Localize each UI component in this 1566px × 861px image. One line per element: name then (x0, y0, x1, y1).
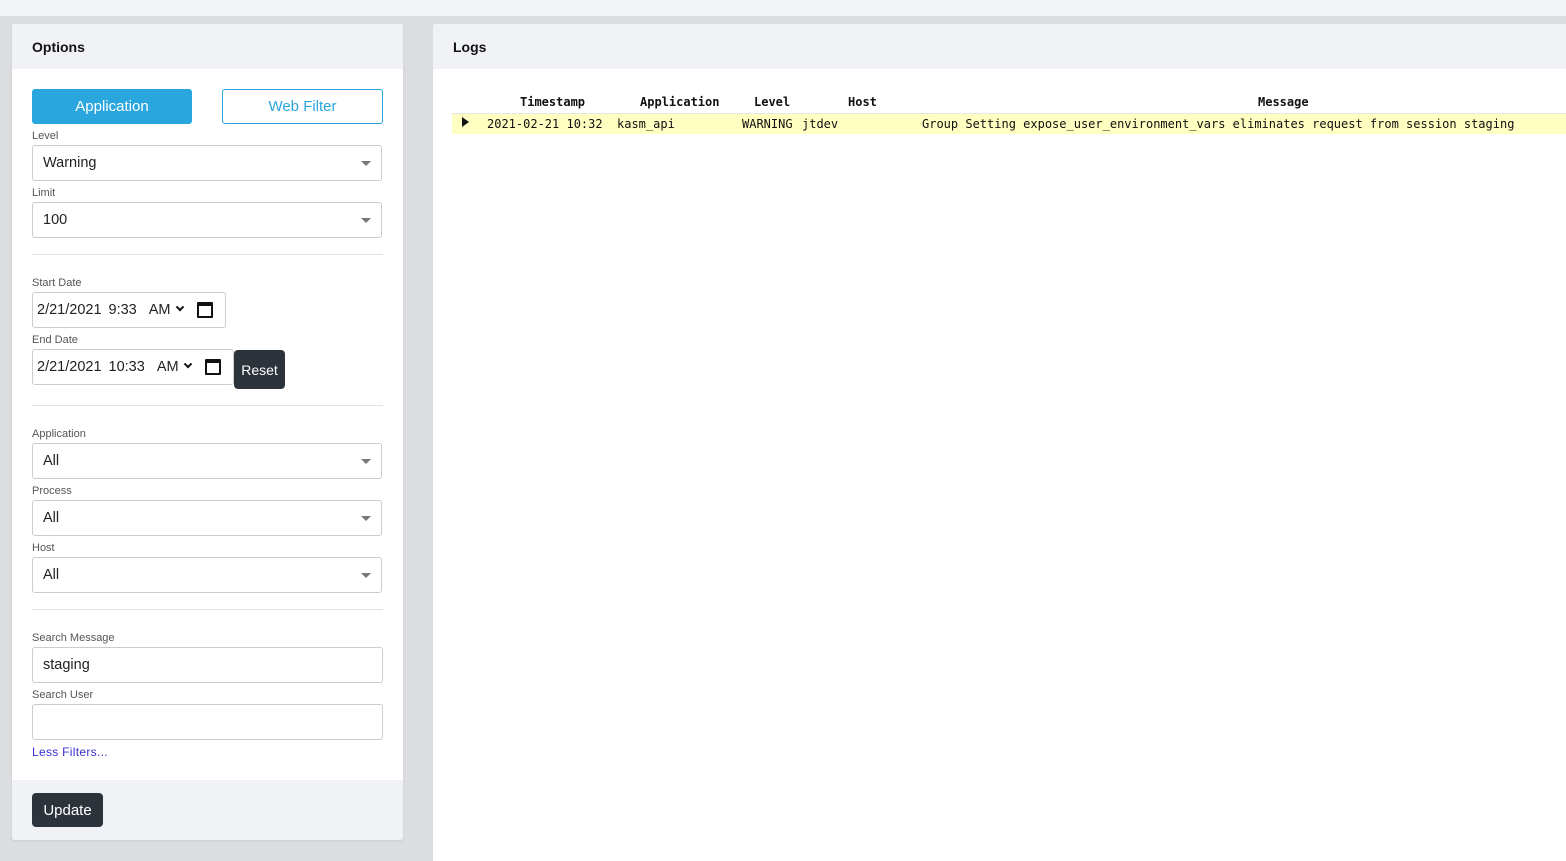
application-tab-button[interactable]: Application (32, 89, 192, 124)
level-select[interactable]: Warning (32, 145, 382, 181)
table-row[interactable]: 2021-02-21 10:32 kasm_api WARNING jtdev … (452, 114, 1566, 134)
host-select-value: All (43, 567, 60, 583)
options-body: Application Web Filter Level Warning Lim… (12, 69, 403, 780)
row-level: WARNING (742, 117, 793, 131)
options-panel: Options Application Web Filter Level War… (12, 24, 403, 840)
process-select-value: All (43, 510, 60, 526)
chevron-down-icon (183, 359, 192, 369)
start-date-time: 9:33 (108, 302, 137, 318)
row-host: jtdev (802, 117, 839, 131)
end-date-ampm: AM (156, 359, 179, 375)
log-table: Timestamp Application Level Host Message… (452, 92, 1566, 134)
search-user-label: Search User (32, 689, 94, 701)
web-filter-tab-button[interactable]: Web Filter (222, 89, 383, 124)
calendar-icon[interactable] (204, 359, 221, 375)
logs-panel: Logs Timestamp Application Level Host Me… (433, 24, 1566, 861)
chevron-down-icon (361, 515, 371, 521)
host-label: Host (32, 542, 55, 554)
chevron-down-icon (361, 160, 371, 166)
update-button[interactable]: Update (32, 793, 103, 827)
chevron-down-icon (361, 458, 371, 464)
column-header-host[interactable]: Host (848, 95, 877, 109)
end-date-time: 10:33 (108, 359, 145, 375)
column-header-message[interactable]: Message (1258, 95, 1309, 109)
application-select[interactable]: All (32, 443, 382, 479)
end-date-input[interactable]: 2/21/2021 10:33 AM (32, 349, 234, 385)
start-date-date: 2/21/2021 (37, 302, 102, 318)
process-label: Process (32, 485, 72, 497)
divider (32, 254, 383, 255)
expand-arrow-icon[interactable] (462, 117, 469, 127)
top-strip (0, 0, 1566, 16)
row-message: Group Setting expose_user_environment_va… (922, 117, 1515, 131)
options-footer: Update (12, 780, 403, 840)
limit-select[interactable]: 100 (32, 202, 382, 238)
start-date-label: Start Date (32, 277, 82, 289)
less-filters-link[interactable]: Less Filters... (32, 745, 108, 759)
chevron-down-icon (361, 217, 371, 223)
search-user-input[interactable] (32, 704, 383, 740)
limit-select-value: 100 (43, 212, 68, 228)
reset-button[interactable]: Reset (234, 350, 285, 389)
column-header-timestamp[interactable]: Timestamp (520, 95, 585, 109)
end-date-label: End Date (32, 334, 78, 346)
process-select[interactable]: All (32, 500, 382, 536)
limit-label: Limit (32, 187, 56, 199)
chevron-down-icon (175, 302, 184, 312)
start-date-input[interactable]: 2/21/2021 9:33 AM (32, 292, 226, 328)
divider (32, 609, 383, 610)
application-select-value: All (43, 453, 60, 469)
column-header-level[interactable]: Level (754, 95, 790, 109)
start-date-ampm: AM (148, 302, 171, 318)
divider (32, 405, 383, 406)
application-label: Application (32, 428, 86, 440)
calendar-icon[interactable] (196, 302, 213, 318)
column-header-application[interactable]: Application (640, 95, 719, 109)
search-message-input[interactable]: staging (32, 647, 383, 683)
search-message-label: Search Message (32, 632, 115, 644)
level-select-value: Warning (43, 155, 97, 171)
options-title: Options (12, 24, 403, 69)
logs-title: Logs (433, 24, 1566, 69)
row-timestamp: 2021-02-21 10:32 (487, 117, 603, 131)
row-application: kasm_api (617, 117, 675, 131)
log-table-header: Timestamp Application Level Host Message (452, 92, 1566, 114)
host-select[interactable]: All (32, 557, 382, 593)
level-label: Level (32, 130, 59, 142)
end-date-date: 2/21/2021 (37, 359, 102, 375)
chevron-down-icon (361, 572, 371, 578)
